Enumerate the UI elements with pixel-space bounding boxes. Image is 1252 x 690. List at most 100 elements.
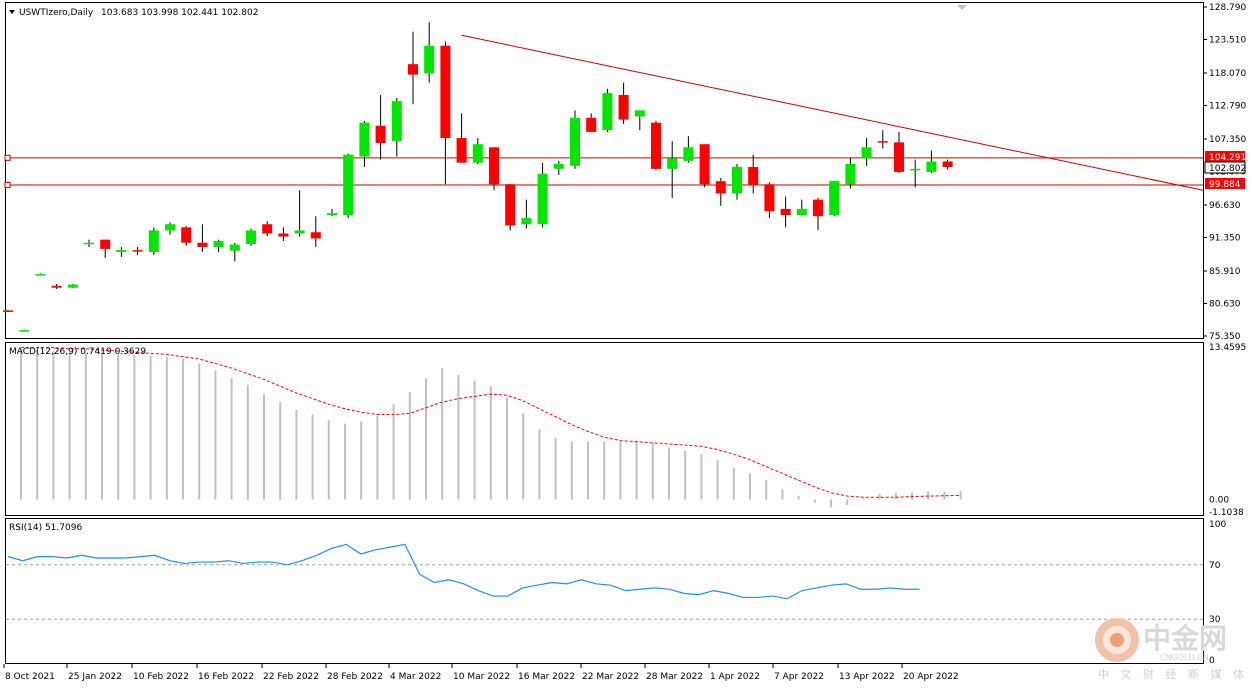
bear-candle <box>618 94 629 120</box>
rsi-panel[interactable] <box>5 518 1204 664</box>
symbol-label: USWTIzero,Daily <box>19 8 94 18</box>
bull-candle <box>343 154 354 216</box>
date-tick-label: 20 Apr 2022 <box>903 672 959 682</box>
lower-line-badge: 99.884 <box>1205 178 1245 190</box>
price-tick-label: 107.350 <box>1209 135 1246 145</box>
price-tick-label: 128.790 <box>1209 3 1246 13</box>
date-tick-label: 22 Feb 2022 <box>263 672 319 682</box>
rsi-tick-label: 0 <box>1209 656 1215 666</box>
date-tick-label: 4 Mar 2022 <box>390 672 441 682</box>
bear-candle <box>780 208 791 216</box>
price-tick-label: 112.790 <box>1209 102 1246 112</box>
bull-candle <box>861 147 872 159</box>
cngold-watermark: 中金网 CNGOLD.CN 中 文 财 经 新 媒 体 <box>1095 618 1248 681</box>
bear-candle <box>278 233 289 237</box>
price-tick-label: 80.630 <box>1209 299 1241 309</box>
bull-candle <box>667 158 678 169</box>
bull-candle <box>359 122 370 157</box>
watermark-domain: CNGOLD.CN <box>1160 653 1209 662</box>
rsi-tick-label: 70 <box>1209 561 1221 571</box>
upper-line-badge: 104.291 <box>1205 151 1246 163</box>
bull-candle <box>165 224 175 231</box>
bull-candle <box>391 101 402 142</box>
bull-candle <box>67 284 78 288</box>
bear-candle <box>894 142 904 172</box>
date-tick-label: 28 Mar 2022 <box>646 672 703 682</box>
bear-candle <box>748 167 759 186</box>
bear-candle <box>408 64 418 75</box>
bull-candle <box>683 147 694 161</box>
date-tick-label: 25 Jan 2022 <box>68 672 122 682</box>
bull-candle <box>910 168 921 171</box>
bear-candle <box>715 181 726 194</box>
bull-candle <box>732 167 742 194</box>
level-line-handle <box>4 181 11 188</box>
bear-candle <box>3 310 13 312</box>
bear-candle <box>699 144 710 185</box>
macd-tick-label: 13.4595 <box>1209 343 1246 353</box>
bear-candle <box>505 184 516 226</box>
bear-candle <box>764 184 775 212</box>
watermark-tagline: 中 文 财 经 新 媒 体 <box>1098 667 1248 681</box>
bear-candle <box>456 138 467 163</box>
price-tick-label: 118.070 <box>1209 69 1246 79</box>
bear-candle <box>132 250 143 252</box>
ohlc-label: 103.683 103.998 102.441 102.802 <box>101 8 258 18</box>
current-price-badge: 102.802 <box>1204 161 1246 174</box>
chart-canvas[interactable]: 128.790123.510118.070112.790107.350102.0… <box>0 0 1252 690</box>
bull-candle <box>796 208 807 216</box>
bear-candle <box>877 141 888 143</box>
price-tick-label: 75.350 <box>1209 332 1241 342</box>
bear-candle <box>651 122 661 169</box>
date-tick-label: 13 Apr 2022 <box>839 672 895 682</box>
date-tick-label: 28 Feb 2022 <box>327 672 383 682</box>
bull-candle <box>602 93 613 131</box>
bear-candle <box>813 199 823 217</box>
date-tick-label: 16 Mar 2022 <box>518 672 575 682</box>
price-tick-label: 91.350 <box>1209 233 1241 243</box>
bear-candle <box>181 227 192 243</box>
price-panel[interactable] <box>5 2 1204 339</box>
bull-candle <box>472 144 483 163</box>
bear-candle <box>375 125 386 143</box>
price-tick-label: 123.510 <box>1209 36 1246 46</box>
date-tick-label: 10 Mar 2022 <box>453 672 510 682</box>
bear-candle <box>440 45 451 139</box>
current-price-value: 102.802 <box>1209 164 1246 174</box>
bear-candle <box>586 117 597 132</box>
bull-candle <box>570 117 580 166</box>
bear-candle <box>100 239 111 249</box>
bear-candle <box>942 161 953 168</box>
bull-candle <box>845 163 856 185</box>
date-tick-label: 10 Feb 2022 <box>133 672 189 682</box>
rsi-label: RSI(14) 51.7096 <box>9 523 82 533</box>
bull-candle <box>327 213 337 216</box>
bull-candle <box>148 230 159 252</box>
lower-line-value: 99.884 <box>1209 180 1241 190</box>
bull-candle <box>926 161 937 172</box>
bull-candle <box>116 250 127 252</box>
bull-candle <box>294 230 305 234</box>
bull-candle <box>213 240 224 248</box>
price-tick-label: 85.910 <box>1209 267 1241 277</box>
bull-candle <box>246 230 256 244</box>
watermark-brand: 中金网 <box>1143 622 1227 655</box>
bull-candle <box>553 163 564 169</box>
date-tick-label: 1 Apr 2022 <box>710 672 760 682</box>
bull-candle <box>229 244 240 251</box>
bull-candle <box>521 218 532 225</box>
price-tick-label: 96.630 <box>1209 201 1241 211</box>
date-tick-label: 22 Mar 2022 <box>582 672 639 682</box>
bear-candle <box>310 232 321 239</box>
date-tick-label: 16 Feb 2022 <box>198 672 254 682</box>
date-tick-label: 8 Oct 2021 <box>5 672 55 682</box>
macd-tick-label: -1.1038 <box>1209 508 1244 518</box>
bear-candle <box>262 224 273 234</box>
bull-candle <box>424 45 435 74</box>
bear-candle <box>51 285 62 288</box>
date-tick-label: 7 Apr 2022 <box>774 672 824 682</box>
bull-candle <box>35 274 46 276</box>
rsi-tick-label: 100 <box>1209 520 1226 530</box>
bull-candle <box>19 330 30 332</box>
bull-candle <box>829 181 840 216</box>
